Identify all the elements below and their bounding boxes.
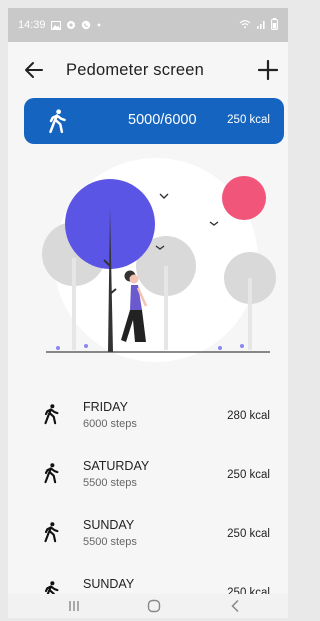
home-icon[interactable]: [144, 598, 164, 614]
ground-flower: [56, 346, 60, 350]
system-nav-bar: [8, 594, 288, 618]
signal-icon: [257, 21, 265, 29]
status-left: 14:39: [18, 19, 102, 31]
battery-icon: [271, 18, 278, 30]
walking-icon: [49, 109, 66, 134]
walking-woman-illustration: [42, 158, 276, 362]
list-item[interactable]: FRIDAY 6000 steps 280 kcal: [8, 394, 288, 444]
day-label: SATURDAY: [83, 459, 150, 473]
phone-screen: 14:39 Pedometer screen 5000/6000 250 kca…: [8, 8, 288, 618]
pink-sun: [222, 176, 266, 220]
kcal-value: 250 kcal: [227, 528, 270, 540]
walking-icon: [44, 463, 59, 484]
status-time: 14:39: [18, 19, 46, 31]
image-icon: [50, 20, 61, 30]
steps-count: 5500 steps: [83, 536, 137, 548]
steps-count: 6000 steps: [83, 418, 137, 430]
walking-icon: [44, 404, 59, 425]
settings-icon: [66, 21, 75, 29]
steps-count: 5500 steps: [83, 477, 137, 489]
arrow-left-icon[interactable]: [22, 58, 46, 82]
kcal-value: 250 kcal: [227, 469, 270, 481]
ground-flower: [218, 346, 222, 350]
app-bar: Pedometer screen: [8, 48, 288, 92]
dot-icon: [97, 23, 100, 27]
ground-flower: [240, 344, 244, 348]
kcal-value: 280 kcal: [227, 410, 270, 422]
walking-icon: [44, 522, 59, 543]
ground-flower: [84, 344, 88, 348]
whatsapp-icon: [81, 20, 90, 30]
woman-head: [129, 274, 139, 284]
day-label: SUNDAY: [83, 577, 135, 591]
plus-icon[interactable]: [256, 58, 280, 82]
day-label: SUNDAY: [83, 518, 135, 532]
list-item[interactable]: SUNDAY 5500 steps 250 kcal: [8, 512, 288, 562]
page-title: Pedometer screen: [66, 61, 205, 79]
wifi-icon: [239, 20, 251, 29]
kcal-text: 250 kcal: [227, 114, 270, 126]
day-label: FRIDAY: [83, 400, 128, 414]
recent-apps-icon[interactable]: [64, 598, 84, 614]
steps-progress-text: 5000/6000: [128, 112, 197, 128]
status-right: [239, 18, 278, 30]
status-bar: 14:39: [8, 8, 288, 42]
list-item[interactable]: SATURDAY 5500 steps 250 kcal: [8, 453, 288, 503]
steps-summary-card[interactable]: 5000/6000 250 kcal: [24, 98, 284, 144]
back-icon[interactable]: [226, 598, 246, 614]
